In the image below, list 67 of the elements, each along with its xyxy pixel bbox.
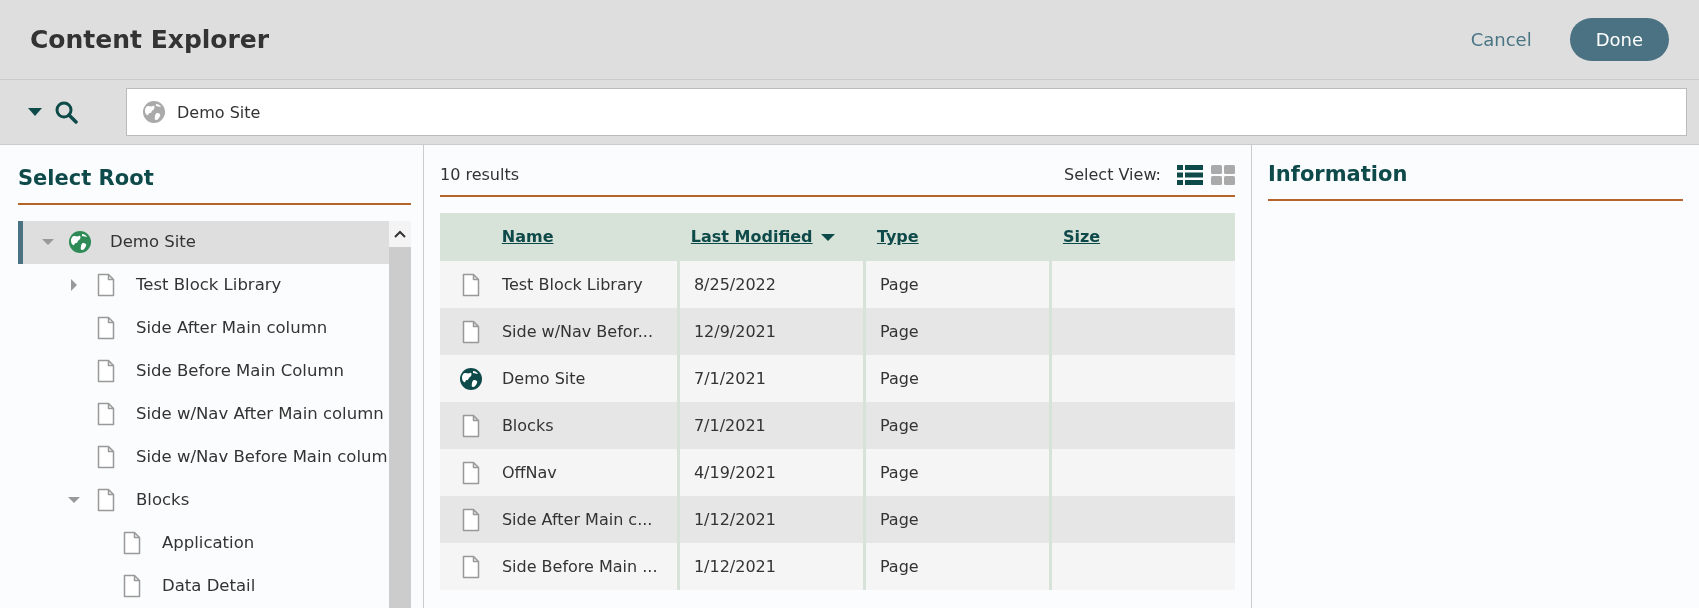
search-field[interactable]: Demo Site bbox=[126, 88, 1687, 136]
page-icon bbox=[461, 507, 480, 532]
table-cell-text: 1/12/2021 bbox=[693, 555, 776, 578]
list-view-icon[interactable] bbox=[1177, 165, 1203, 185]
tree-item[interactable]: Data Detail bbox=[162, 573, 256, 599]
tree-item[interactable]: Test Block Library bbox=[136, 272, 282, 298]
table-cell-text: Page bbox=[879, 555, 919, 578]
table-cell-text: 4/19/2021 bbox=[693, 461, 776, 484]
table-cell-text: 12/9/2021 bbox=[693, 320, 776, 343]
column-header[interactable]: Type bbox=[876, 225, 919, 249]
page-icon bbox=[97, 445, 115, 469]
table-cell-text: Side Before Main ... bbox=[501, 555, 658, 578]
collapse-arrow-icon[interactable] bbox=[68, 496, 80, 504]
page-icon bbox=[97, 273, 115, 297]
table-cell-text: Demo Site bbox=[502, 367, 586, 390]
tree-item[interactable]: Blocks bbox=[136, 487, 190, 513]
page-icon bbox=[461, 319, 480, 344]
table-cell-text: Page bbox=[879, 508, 919, 531]
tree-item[interactable]: Side After Main column bbox=[136, 315, 328, 341]
page-icon bbox=[97, 359, 115, 383]
cancel-link[interactable]: Cancel bbox=[1470, 26, 1532, 53]
tree-item[interactable]: Side Before Main Column bbox=[136, 358, 344, 384]
tree-item[interactable]: Side w/Nav Before Main colum bbox=[136, 444, 388, 470]
table-cell-text: Side w/Nav Befor... bbox=[501, 320, 653, 343]
scrollbar[interactable] bbox=[389, 220, 411, 608]
chevron-up-icon[interactable] bbox=[394, 229, 406, 238]
table-cell-text: Page bbox=[879, 414, 919, 437]
dialog-title: Content Explorer bbox=[30, 23, 270, 56]
table-cell-text: Test Block Library bbox=[501, 273, 643, 296]
table-cell-text: 1/12/2021 bbox=[693, 508, 776, 531]
column-header[interactable]: Last Modified bbox=[690, 225, 813, 249]
table-cell-text: Page bbox=[879, 461, 919, 484]
view-label: Select View: bbox=[1064, 164, 1161, 186]
tree-item[interactable]: Demo Site bbox=[110, 229, 196, 255]
column-header[interactable]: Size bbox=[1062, 225, 1101, 249]
sort-arrow-icon[interactable] bbox=[820, 232, 835, 242]
page-icon bbox=[461, 460, 480, 485]
done-button[interactable]: Done bbox=[1569, 18, 1669, 61]
globe-icon bbox=[142, 100, 166, 124]
table-cell-text: Side After Main c... bbox=[501, 508, 653, 531]
globe-icon bbox=[68, 230, 92, 254]
panel-heading: Select Root bbox=[18, 165, 155, 192]
page-icon bbox=[461, 272, 480, 297]
column-header[interactable]: Name bbox=[501, 225, 554, 249]
table-cell-text: 8/25/2022 bbox=[693, 273, 776, 296]
globe-icon bbox=[459, 366, 483, 391]
caret-icon[interactable] bbox=[28, 107, 42, 117]
table-cell-text: Page bbox=[880, 367, 919, 390]
table-cell-text: 7/1/2021 bbox=[693, 414, 766, 437]
page-icon bbox=[97, 316, 115, 340]
table-cell-text: OffNav bbox=[501, 461, 557, 484]
table-cell-text: 7/1/2021 bbox=[693, 367, 766, 390]
panel-heading: Information bbox=[1268, 161, 1409, 188]
page-icon bbox=[123, 531, 141, 555]
search-icon[interactable] bbox=[54, 100, 78, 124]
table-cell-text: Blocks bbox=[501, 414, 554, 437]
expand-arrow-icon[interactable] bbox=[70, 279, 78, 291]
tree-item[interactable]: Side w/Nav After Main column bbox=[136, 401, 384, 427]
tree-item[interactable]: Application bbox=[162, 530, 255, 556]
page-icon bbox=[97, 402, 115, 426]
result-count: 10 results bbox=[440, 164, 520, 186]
table-cell-text: Page bbox=[879, 273, 919, 296]
table-cell-text: Page bbox=[879, 320, 919, 343]
page-icon bbox=[461, 554, 480, 579]
page-icon bbox=[123, 574, 141, 598]
page-icon bbox=[97, 488, 115, 512]
page-icon bbox=[461, 413, 480, 438]
